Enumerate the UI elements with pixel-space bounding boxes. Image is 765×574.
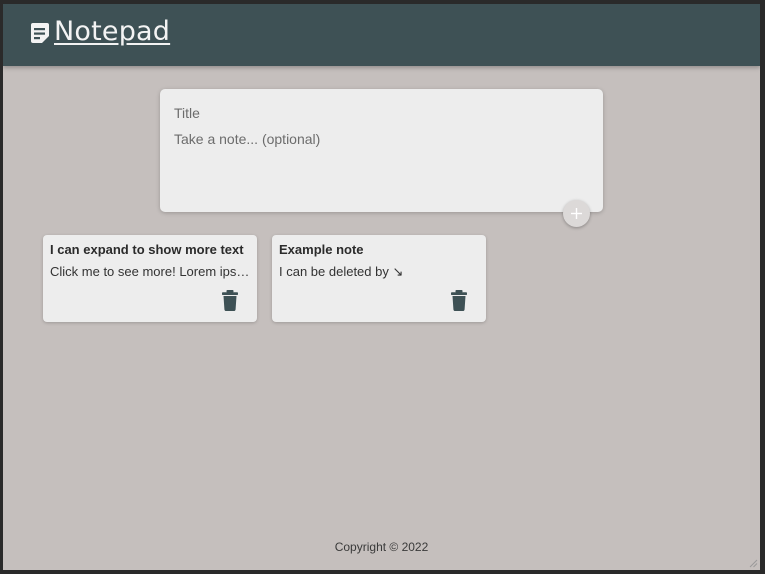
trash-icon[interactable] — [450, 290, 468, 311]
note-composer — [160, 89, 603, 212]
note-content-input[interactable] — [174, 131, 584, 201]
note-content: Click me to see more! Lorem ipsum dolor … — [50, 264, 250, 279]
note-content: I can be deleted by ↘ — [279, 264, 404, 279]
app-header: Notepad — [3, 4, 760, 66]
add-note-button[interactable] — [563, 200, 590, 227]
note-title: I can expand to show more text — [50, 242, 244, 257]
note-title: Example note — [279, 242, 364, 257]
plus-icon — [571, 208, 582, 219]
app-title: Notepad — [54, 16, 171, 47]
resize-grip-icon[interactable] — [749, 559, 758, 568]
footer-copyright: Copyright © 2022 — [334, 540, 429, 554]
trash-icon[interactable] — [221, 290, 239, 311]
sticky-note-icon — [31, 23, 49, 43]
note-card[interactable]: I can expand to show more text Click me … — [43, 235, 257, 322]
app-window: Notepad I can expand to show more text C… — [3, 4, 760, 570]
note-card[interactable]: Example note I can be deleted by ↘ — [272, 235, 486, 322]
brand-link[interactable]: Notepad — [30, 16, 170, 47]
title-input[interactable] — [174, 104, 584, 122]
